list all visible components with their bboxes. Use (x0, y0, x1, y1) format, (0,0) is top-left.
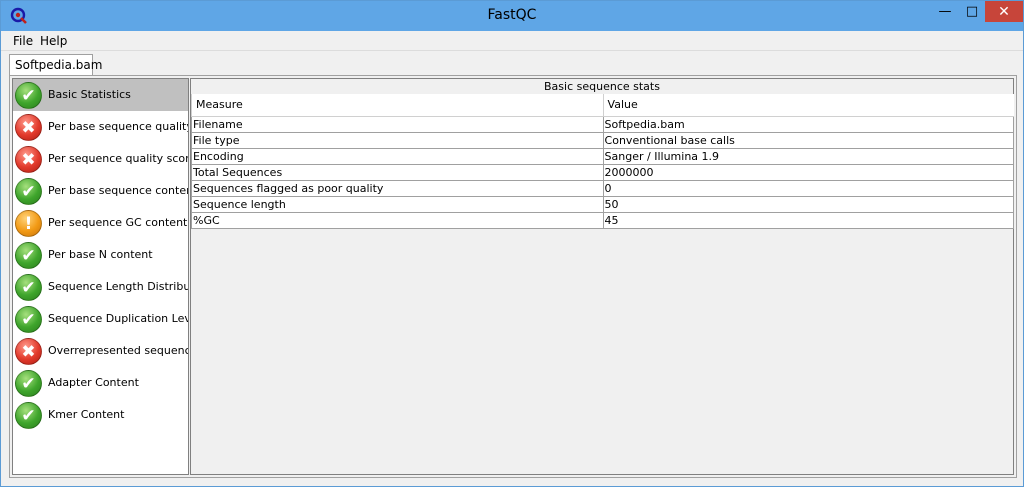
module-label: Sequence Length Distribution (48, 280, 188, 293)
module-item[interactable]: ✔ Kmer Content (13, 399, 188, 431)
title-bar[interactable]: FastQC — □ ✕ (1, 1, 1023, 31)
menu-file[interactable]: File (13, 34, 33, 48)
table-row[interactable]: Sequence length 50 (191, 195, 1015, 213)
module-item[interactable]: ✔ Per base sequence content (13, 175, 189, 207)
report-area: ✔ Basic Statistics ✖ Per base sequence qual… (9, 75, 1017, 478)
fastqc-window: FastQC — □ ✕ File Help Softpedia.bam ✔ Ba… (0, 0, 1024, 487)
measure-cell[interactable]: Filename (191, 115, 604, 133)
value-cell[interactable]: 50 (602, 195, 1015, 213)
pass-status-icon: ✔ (15, 242, 42, 269)
module-item[interactable]: ✔ Sequence Length Distribution (13, 271, 188, 303)
pass-status-icon: ✔ (15, 306, 42, 333)
maximize-button[interactable]: □ (959, 1, 985, 22)
pass-status-icon: ✔ (15, 370, 42, 397)
pass-status-icon: ✔ (15, 274, 42, 301)
pass-status-icon: ✔ (15, 82, 42, 109)
measure-cell[interactable]: %GC (191, 211, 604, 229)
value-cell[interactable]: 45 (602, 211, 1015, 229)
pass-status-icon: ✔ (15, 402, 42, 429)
stats-table: Measure Value Filename Softpedia.bam File … (191, 94, 1015, 229)
menu-bar: File Help (1, 31, 1023, 51)
value-cell[interactable]: Softpedia.bam (602, 115, 1015, 133)
module-label: Per base sequence quality (48, 120, 189, 133)
close-button[interactable]: ✕ (985, 1, 1023, 22)
measure-cell[interactable]: Sequences flagged as poor quality (191, 179, 604, 197)
value-cell[interactable]: 0 (602, 179, 1015, 197)
measure-cell[interactable]: Encoding (191, 147, 604, 165)
fail-status-icon: ✖ (15, 146, 42, 173)
module-item[interactable]: ! Per sequence GC content (13, 207, 188, 239)
minimize-button[interactable]: — (931, 1, 959, 22)
measure-cell[interactable]: Sequence length (191, 195, 604, 213)
module-item[interactable]: ✔ Sequence Duplication Levels (13, 303, 189, 335)
module-list: ✔ Basic Statistics ✖ Per base sequence qual… (12, 78, 189, 475)
module-label: Per sequence GC content (48, 216, 188, 229)
module-label: Per sequence quality scores (48, 152, 189, 165)
menu-help[interactable]: Help (40, 34, 67, 48)
module-label: Kmer Content (48, 408, 125, 421)
measure-cell[interactable]: File type (191, 131, 604, 149)
module-label: Sequence Duplication Levels (48, 312, 189, 325)
module-item[interactable]: ✖ Per base sequence quality (13, 111, 189, 143)
table-row[interactable]: Filename Softpedia.bam (191, 115, 1015, 133)
module-item[interactable]: ✔ Basic Statistics (13, 79, 188, 111)
table-row[interactable]: Encoding Sanger / Illumina 1.9 (191, 147, 1015, 165)
module-item[interactable]: ✖ Overrepresented sequences (13, 335, 189, 367)
measure-cell[interactable]: Total Sequences (191, 163, 604, 181)
table-row[interactable]: File type Conventional base calls (191, 131, 1015, 149)
tab-file[interactable]: Softpedia.bam (9, 54, 102, 75)
table-title: Basic sequence stats (544, 80, 660, 93)
module-label: Per base N content (48, 248, 153, 261)
table-row[interactable]: Total Sequences 2000000 (191, 163, 1015, 181)
column-header-value[interactable]: Value (602, 94, 1014, 117)
module-item[interactable]: ✖ Per sequence quality scores (13, 143, 189, 175)
value-cell[interactable]: Sanger / Illumina 1.9 (602, 147, 1015, 165)
module-label: Per base sequence content (48, 184, 189, 197)
column-header-measure[interactable]: Measure (191, 94, 604, 117)
module-label: Adapter Content (48, 376, 139, 389)
warn-status-icon: ! (15, 210, 42, 237)
module-item[interactable]: ✔ Adapter Content (13, 367, 188, 399)
window-title: FastQC (487, 7, 537, 23)
table-row[interactable]: %GC 45 (191, 211, 1015, 229)
table-row[interactable]: Sequences flagged as poor quality 0 (191, 179, 1015, 197)
fail-status-icon: ✖ (15, 114, 42, 141)
module-item[interactable]: ✔ Per base N content (13, 239, 188, 271)
pass-status-icon: ✔ (15, 178, 42, 205)
value-cell[interactable]: Conventional base calls (602, 131, 1015, 149)
module-label: Basic Statistics (48, 88, 131, 101)
fail-status-icon: ✖ (15, 338, 42, 365)
basic-stats-panel: Basic sequence stats Measure Value Filen… (190, 78, 1015, 475)
value-cell[interactable]: 2000000 (602, 163, 1015, 181)
module-label: Overrepresented sequences (48, 344, 189, 357)
